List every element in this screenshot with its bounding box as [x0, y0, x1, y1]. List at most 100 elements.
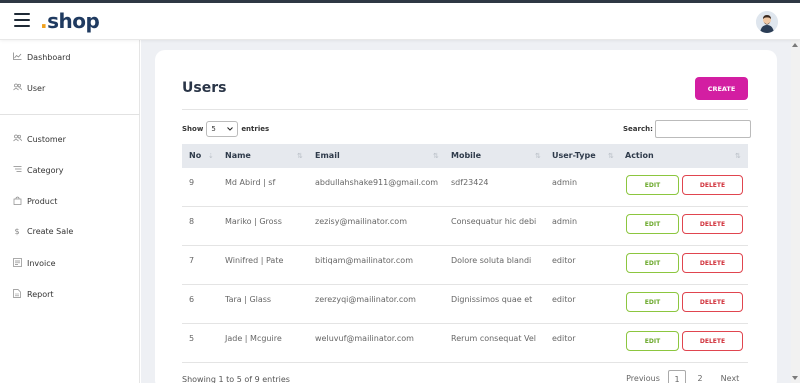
cell-email: zerezyqi@mailinator.com	[315, 295, 416, 304]
sort-icon: ⇅	[608, 152, 614, 160]
sidebar-item-invoice[interactable]: Invoice	[12, 258, 56, 269]
pagination-page-1[interactable]: 1	[668, 370, 686, 383]
sidebar-item-label: Create Sale	[27, 227, 74, 236]
sidebar-item-report[interactable]: Report	[12, 289, 54, 300]
cell-no: 5	[189, 334, 195, 343]
page-title: Users	[182, 80, 227, 96]
user-avatar-icon[interactable]	[756, 11, 778, 33]
sidebar-item-user[interactable]: User	[12, 83, 45, 93]
sidebar-item-product[interactable]: Product	[12, 196, 57, 207]
title-divider	[182, 109, 748, 110]
column-header-name[interactable]: Name	[225, 144, 251, 168]
sort-icon: ⇅	[535, 152, 541, 160]
sidebar-divider	[0, 114, 140, 115]
cell-mobile: Dolore soluta blandi	[451, 256, 532, 265]
sidebar-item-customer[interactable]: Customer	[12, 134, 66, 144]
table-header: No ⇣ Name ⇅ Email ⇅ Mobile ⇅ User-Type ⇅…	[182, 144, 748, 168]
cell-user-type: admin	[552, 178, 578, 187]
page-scrollbar[interactable]	[791, 40, 800, 383]
sort-icon: ⇅	[433, 152, 439, 160]
delete-button[interactable]: DELETE	[682, 214, 743, 234]
table-row: 6 Tara | Glass zerezyqi@mailinator.com D…	[182, 285, 748, 324]
edit-button[interactable]: EDIT	[626, 253, 679, 273]
sidebar-item-label: Category	[27, 165, 64, 175]
delete-button[interactable]: DELETE	[682, 175, 743, 195]
pagination-next[interactable]: Next	[718, 370, 742, 383]
column-header-mobile[interactable]: Mobile	[451, 144, 481, 168]
sidebar-item-label: Customer	[27, 134, 66, 144]
column-header-no[interactable]: No	[189, 144, 201, 168]
pagination-page-2[interactable]: 2	[693, 370, 707, 383]
sidebar-item-label: Dashboard	[27, 52, 71, 62]
cell-user-type: editor	[552, 334, 576, 343]
entries-value: 5	[211, 125, 216, 133]
sort-icon: ⇅	[297, 152, 303, 160]
search-input[interactable]	[654, 120, 751, 138]
edit-button[interactable]: EDIT	[626, 292, 679, 312]
report-icon	[12, 289, 22, 300]
show-label: Show	[182, 125, 204, 133]
users-card: Users CREATE Show 5 entries Search: No ⇣…	[155, 50, 777, 383]
logo-text: shop	[47, 9, 100, 33]
search-label: Search:	[623, 125, 653, 133]
create-button[interactable]: CREATE	[695, 77, 748, 100]
cell-mobile: Rerum consequat Vel	[451, 334, 536, 343]
cell-user-type: admin	[552, 217, 578, 226]
sort-desc-icon: ⇣	[208, 152, 214, 160]
cell-user-type: editor	[552, 256, 576, 265]
edit-button[interactable]: EDIT	[626, 331, 679, 351]
cell-user-type: editor	[552, 295, 576, 304]
cell-name: Winifred | Pate	[225, 256, 284, 265]
entries-control: Show 5 entries	[182, 121, 269, 137]
entries-select[interactable]: 5	[206, 121, 239, 137]
delete-button[interactable]: DELETE	[682, 331, 743, 351]
cell-email: bitiqam@mailinator.com	[315, 256, 413, 265]
hamburger-icon[interactable]	[14, 13, 30, 28]
logo[interactable]: .shop	[40, 9, 100, 33]
users-icon	[12, 134, 22, 144]
cell-name: Jade | Mcguire	[225, 334, 282, 343]
cell-mobile: sdf23424	[451, 178, 489, 187]
cell-no: 6	[189, 295, 195, 304]
invoice-icon	[12, 258, 22, 269]
scroll-down-arrow-icon[interactable]	[792, 376, 798, 380]
cell-no: 7	[189, 256, 195, 265]
sort-icon: ⇅	[735, 152, 741, 160]
sidebar-item-label: Invoice	[27, 259, 56, 268]
edit-button[interactable]: EDIT	[626, 214, 679, 234]
top-header: .shop	[0, 0, 800, 40]
table-row: 7 Winifred | Pate bitiqam@mailinator.com…	[182, 246, 748, 285]
cell-no: 8	[189, 217, 195, 226]
table-row: 5 Jade | Mcguire weluvuf@mailinator.com …	[182, 324, 748, 363]
scroll-up-arrow-icon[interactable]	[792, 43, 798, 47]
sidebar-item-create-sale[interactable]: $ Create Sale	[12, 227, 73, 236]
sidebar-item-dashboard[interactable]: Dashboard	[12, 52, 70, 62]
search-control: Search:	[623, 120, 751, 138]
pagination-previous[interactable]: Previous	[625, 370, 661, 383]
edit-button[interactable]: EDIT	[626, 175, 679, 195]
column-header-action[interactable]: Action	[625, 144, 654, 168]
table-info: Showing 1 to 5 of 9 entries	[182, 375, 290, 383]
cell-mobile: Consequatur hic debi	[451, 217, 537, 226]
sidebar-item-label: Product	[27, 197, 58, 206]
sidebar-item-label: Report	[27, 290, 54, 299]
delete-button[interactable]: DELETE	[682, 253, 743, 273]
cell-name: Mariko | Gross	[225, 217, 282, 226]
chart-line-icon	[12, 52, 22, 62]
column-header-email[interactable]: Email	[315, 144, 340, 168]
cell-email: weluvuf@mailinator.com	[315, 334, 414, 343]
entries-label: entries	[241, 125, 270, 133]
cell-mobile: Dignissimos quae et	[451, 295, 533, 304]
sidebar-item-label: User	[27, 83, 46, 93]
users-icon	[12, 83, 22, 93]
cell-email: abdullahshake911@gmail.com	[315, 178, 439, 187]
cell-no: 9	[189, 178, 195, 187]
cell-email: zezisy@mailinator.com	[315, 217, 407, 226]
column-header-user-type[interactable]: User-Type	[552, 144, 596, 168]
sidebar-item-category[interactable]: Category	[12, 165, 64, 175]
delete-button[interactable]: DELETE	[682, 292, 743, 312]
dollar-icon: $	[14, 227, 20, 236]
bag-icon	[12, 196, 22, 207]
sidebar: Dashboard User Customer Category Product…	[0, 40, 140, 383]
table-row: 9 Md Abird | sf abdullahshake911@gmail.c…	[182, 168, 748, 207]
